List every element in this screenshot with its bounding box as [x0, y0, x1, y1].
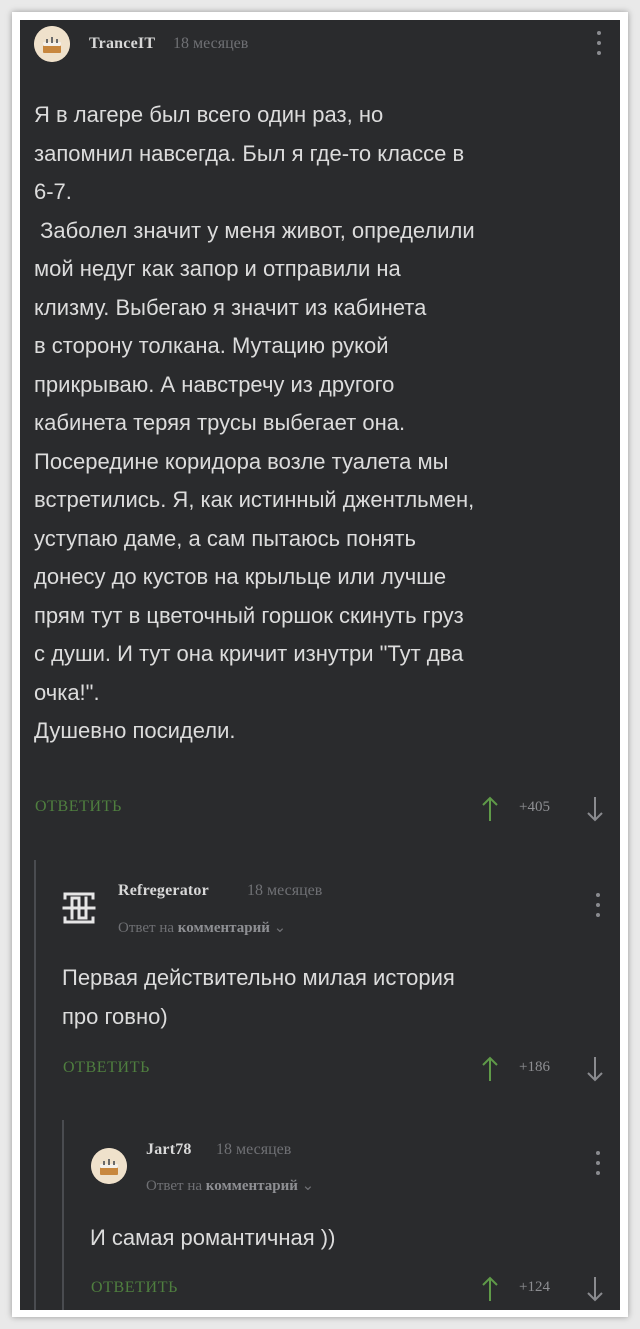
upvote-arrow-icon[interactable] [480, 1056, 500, 1082]
chevron-down-icon[interactable]: ⌄ [274, 920, 287, 936]
reply-button[interactable]: ОТВЕТИТЬ [63, 1059, 150, 1077]
comment-text: Я в лагере был всего один раз, но запомн… [34, 102, 475, 743]
comment-time: 18 месяцев [173, 35, 249, 52]
more-options-icon[interactable] [593, 893, 603, 917]
reply-button[interactable]: ОТВЕТИТЬ [35, 798, 122, 816]
chevron-down-icon[interactable]: ⌄ [302, 1178, 315, 1194]
cake-avatar-icon[interactable] [34, 26, 70, 62]
reply-to-line[interactable]: Ответ на комментарий ⌄ [146, 1176, 314, 1195]
reply-to-target[interactable]: комментарий [206, 1178, 298, 1194]
author-name[interactable]: Jart78 [146, 1141, 192, 1159]
cake-avatar-icon[interactable] [91, 1148, 127, 1184]
more-options-icon[interactable] [594, 31, 604, 55]
rating-value: +186 [519, 1059, 550, 1075]
comment-text: Первая действительно милая история про г… [62, 965, 455, 1029]
rating-value: +405 [519, 799, 550, 815]
comments-thread: TranceIT 18 месяцев Я в лагере был всего… [20, 20, 620, 1310]
downvote-arrow-icon[interactable] [585, 1276, 605, 1302]
rammstein-logo-icon[interactable] [60, 890, 98, 926]
downvote-arrow-icon[interactable] [585, 1056, 605, 1082]
author-name[interactable]: TranceIT [89, 35, 155, 53]
rating-value: +124 [519, 1279, 550, 1295]
reply-to-prefix: Ответ на [146, 1178, 203, 1194]
comment-text: И самая романтичная )) [90, 1225, 336, 1250]
upvote-arrow-icon[interactable] [480, 796, 500, 822]
comment-time: 18 месяцев [247, 882, 323, 899]
reply-to-prefix: Ответ на [118, 920, 175, 936]
reply-button[interactable]: ОТВЕТИТЬ [91, 1279, 178, 1297]
reply-to-line[interactable]: Ответ на комментарий ⌄ [118, 918, 286, 937]
thread-line [62, 1120, 64, 1310]
more-options-icon[interactable] [593, 1151, 603, 1175]
reply-to-target[interactable]: комментарий [178, 920, 270, 936]
comment-time: 18 месяцев [216, 1141, 292, 1158]
downvote-arrow-icon[interactable] [585, 796, 605, 822]
thread-line [34, 860, 36, 1310]
author-name[interactable]: Refregerator [118, 882, 209, 900]
upvote-arrow-icon[interactable] [480, 1276, 500, 1302]
